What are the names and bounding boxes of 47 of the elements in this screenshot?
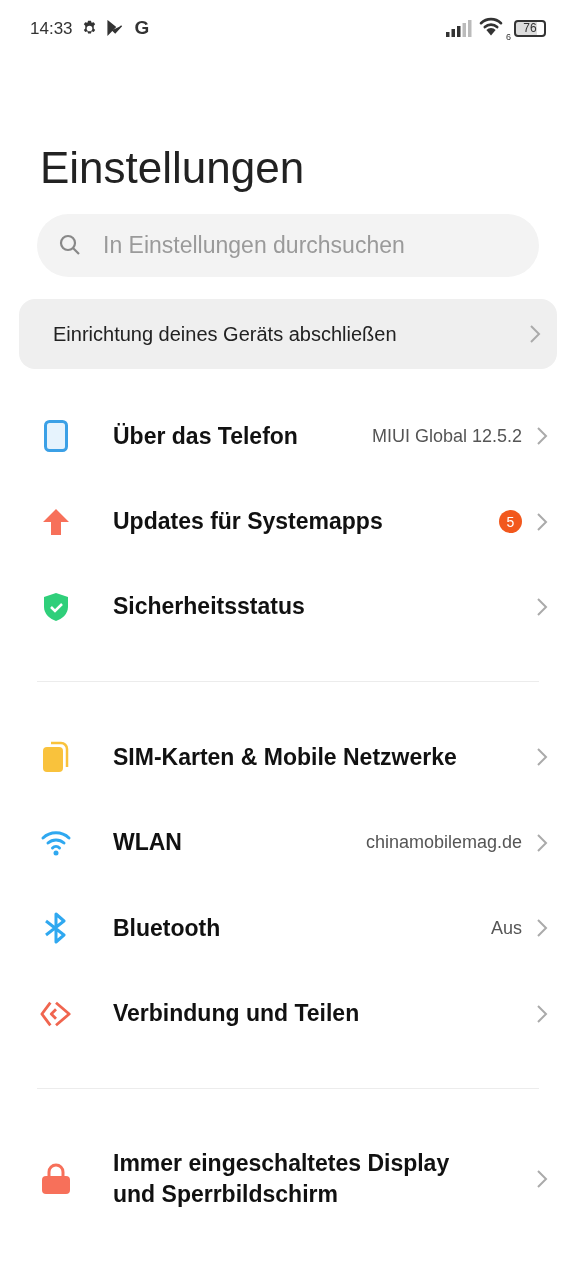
setup-card[interactable]: Einrichtung deines Geräts abschließen [19,299,557,369]
chevron-icon [536,426,548,446]
clock: 14:33 [30,19,73,37]
settings-item[interactable]: WLAN chinamobilemag.de [0,800,576,885]
signal-icon [446,19,472,37]
item-title: Updates für Systemapps [113,507,383,536]
chevron-icon [536,747,548,767]
lock-icon [41,1163,71,1195]
item-value: Aus [490,917,522,939]
item-title: SIM-Karten & Mobile Netzwerke [113,742,457,772]
item-value: chinamobilemag.de [365,832,522,853]
settings-item[interactable]: SIM-Karten & Mobile Netzwerke [0,714,576,800]
check-flag-icon [105,19,123,37]
item-value: MIUI Global 12.5.2 [371,425,522,447]
settings-item[interactable]: Bluetooth Aus [0,885,576,971]
chevron-icon [529,324,541,344]
phone-icon [44,420,68,452]
item-title: Verbindung und Teilen [113,999,360,1028]
settings-item[interactable]: Immer eingeschaltetes Display und Sperrbildschirm [0,1121,576,1237]
chevron-icon [536,1003,548,1024]
settings-item[interactable]: Über das Telefon MIUI Global 12.5.2 [0,393,576,479]
wifi-icon [40,829,72,856]
chevron-icon [536,511,548,532]
item-title: Bluetooth [113,913,221,943]
item-title: Sicherheitsstatus [113,592,305,621]
count-badge: 5 [499,510,522,533]
battery-level: 76 [514,19,546,37]
network-letter: G [134,17,150,39]
item-title: Immer eingeschaltetes Display und Sperrbildschirm [113,1149,451,1209]
sim-cards-icon [41,741,71,773]
page-title: Einstellungen [40,142,306,194]
item-title: WLAN [113,828,182,857]
chevron-icon [536,596,548,617]
search-icon [59,234,81,256]
wifi-number: 6 [506,32,511,42]
chevron-icon [536,1169,548,1189]
settings-item[interactable]: Sicherheitsstatus [0,564,576,649]
chevron-icon [536,918,548,938]
up-arrow-icon [42,507,70,536]
item-title: Über das Telefon [113,421,298,451]
wifi-icon [478,17,504,37]
settings-item[interactable]: Verbindung und Teilen [0,971,576,1056]
search-field[interactable]: In Einstellungen durchsuchen [37,214,539,277]
chevron-icon [536,832,548,853]
settings-item[interactable]: Updates für Systemapps 5 [0,479,576,564]
setup-label: Einrichtung deines Geräts abschließen [53,322,398,346]
shield-check-icon [43,591,69,622]
